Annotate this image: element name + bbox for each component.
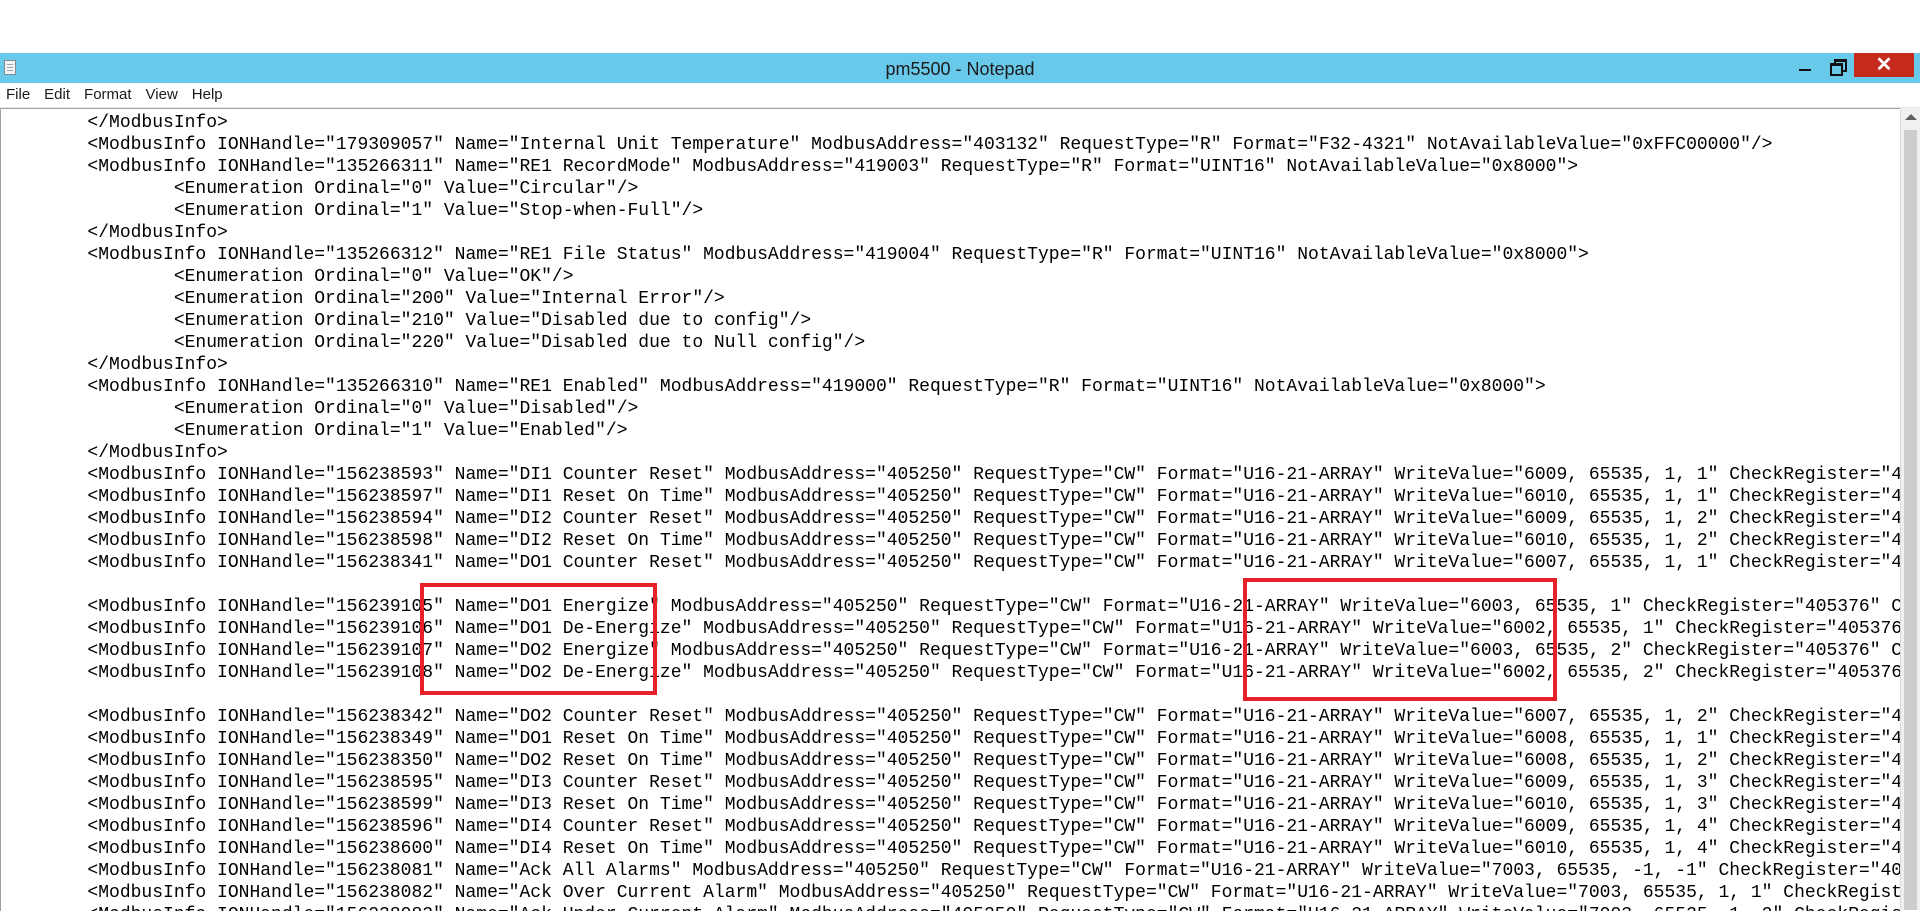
text-line: <ModbusInfo IONHandle="156239105" Name="… (1, 597, 1901, 617)
text-editor[interactable]: </ModbusInfo> <ModbusInfo IONHandle="179… (0, 108, 1901, 911)
text-line: <ModbusInfo IONHandle="156238596" Name="… (1, 817, 1901, 837)
title-bar[interactable]: pm5500 - Notepad ✕ (0, 53, 1920, 83)
menu-format[interactable]: Format (77, 83, 139, 107)
text-line: <ModbusInfo IONHandle="156238594" Name="… (1, 509, 1901, 529)
menu-view[interactable]: View (139, 83, 185, 107)
close-icon: ✕ (1875, 54, 1893, 76)
text-line: <ModbusInfo IONHandle="156238595" Name="… (1, 773, 1901, 793)
menu-help[interactable]: Help (185, 83, 230, 107)
text-line: <ModbusInfo IONHandle="156238342" Name="… (1, 707, 1901, 727)
scrollbar-thumb[interactable] (1904, 130, 1917, 910)
text-line: <ModbusInfo IONHandle="135266312" Name="… (1, 245, 1589, 265)
window-title: pm5500 - Notepad (885, 59, 1035, 79)
text-line: <ModbusInfo IONHandle="156238081" Name="… (1, 861, 1901, 881)
text-line: <ModbusInfo IONHandle="156238349" Name="… (1, 729, 1901, 749)
menu-bar: File Edit Format View Help (0, 83, 1920, 108)
text-line: <ModbusInfo IONHandle="135266310" Name="… (1, 377, 1546, 397)
text-line: <Enumeration Ordinal="0" Value="Disabled… (1, 399, 639, 419)
restore-icon (1830, 59, 1847, 76)
text-line: <ModbusInfo IONHandle="135266311" Name="… (1, 157, 1579, 177)
restore-button[interactable] (1822, 53, 1852, 77)
text-line: <Enumeration Ordinal="0" Value="Circular… (1, 179, 639, 199)
vertical-scrollbar[interactable] (1900, 108, 1920, 910)
text-line: </ModbusInfo> (1, 355, 228, 375)
text-line: <ModbusInfo IONHandle="179309057" Name="… (1, 135, 1773, 155)
text-line: <ModbusInfo IONHandle="156238341" Name="… (1, 553, 1901, 573)
text-line: <ModbusInfo IONHandle="156238082" Name="… (1, 883, 1901, 903)
close-button[interactable]: ✕ (1854, 53, 1914, 77)
minimize-button[interactable] (1790, 53, 1820, 77)
text-line: <Enumeration Ordinal="0" Value="OK"/> (1, 267, 574, 287)
text-line: </ModbusInfo> (1, 113, 228, 133)
text-line: <ModbusInfo IONHandle="156239108" Name="… (1, 663, 1901, 683)
text-line: <ModbusInfo IONHandle="156238599" Name="… (1, 795, 1901, 815)
name-column-highlight (420, 583, 657, 695)
minimize-icon (1799, 69, 1811, 71)
text-line: </ModbusInfo> (1, 223, 228, 243)
text-line: <ModbusInfo IONHandle="156239107" Name="… (1, 641, 1901, 661)
text-line: <Enumeration Ordinal="220" Value="Disabl… (1, 333, 866, 353)
writevalue-column-highlight (1243, 578, 1557, 701)
text-line: <Enumeration Ordinal="200" Value="Intern… (1, 289, 725, 309)
text-line: <Enumeration Ordinal="1" Value="Enabled"… (1, 421, 628, 441)
scroll-up-arrow-icon[interactable] (1905, 114, 1917, 120)
text-line: <ModbusInfo IONHandle="156238598" Name="… (1, 531, 1901, 551)
menu-edit[interactable]: Edit (37, 83, 77, 107)
text-line: </ModbusInfo> (1, 443, 228, 463)
text-line: <ModbusInfo IONHandle="156238593" Name="… (1, 465, 1901, 485)
text-line: <Enumeration Ordinal="1" Value="Stop-whe… (1, 201, 704, 221)
text-line: <ModbusInfo IONHandle="156238350" Name="… (1, 751, 1901, 771)
text-line: <ModbusInfo IONHandle="156238597" Name="… (1, 487, 1901, 507)
menu-file[interactable]: File (0, 83, 37, 107)
text-line: <ModbusInfo IONHandle="156239106" Name="… (1, 619, 1901, 639)
text-line: <ModbusInfo IONHandle="156238600" Name="… (1, 839, 1901, 859)
text-line: <Enumeration Ordinal="210" Value="Disabl… (1, 311, 812, 331)
